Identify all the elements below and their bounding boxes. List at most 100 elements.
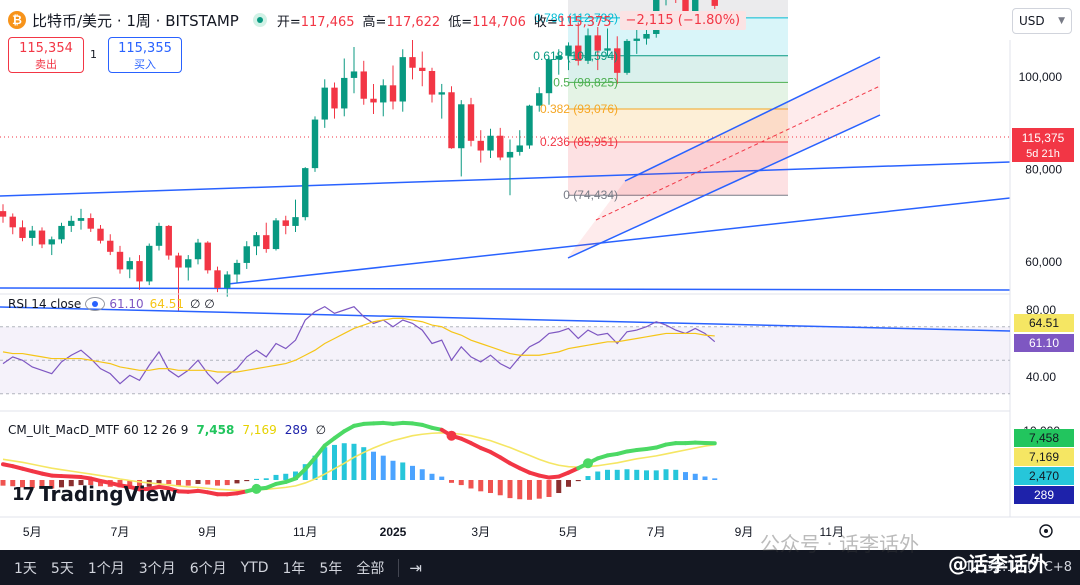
candle-body	[341, 77, 348, 109]
macd-histogram-bar	[614, 469, 620, 480]
time-tick-label: 2025	[380, 525, 407, 539]
currency-select[interactable]: USD ▼	[1012, 8, 1072, 34]
candle-body	[350, 71, 358, 78]
candle-body	[107, 240, 114, 252]
candle-body	[389, 85, 397, 102]
macd-histogram-bar	[371, 451, 376, 480]
macd-histogram-bar	[263, 478, 269, 480]
macd-histogram-bar	[478, 480, 484, 492]
macd-histogram-bar	[712, 478, 718, 480]
candle	[526, 104, 533, 149]
candle-body	[360, 71, 367, 99]
macd-histogram-bar	[507, 480, 513, 499]
watermark-badge: @话李话外	[948, 552, 1048, 576]
candle-body	[253, 235, 260, 247]
candle-body	[204, 242, 211, 271]
tradingview-logo-icon: 17	[12, 483, 35, 505]
candle-body	[370, 98, 377, 103]
candle-body	[302, 168, 309, 218]
candle-body	[126, 261, 133, 270]
fib-level-label: 0.382 (93,076)	[540, 102, 618, 116]
candle-body	[282, 220, 289, 226]
candle-body	[48, 239, 55, 245]
candle	[302, 167, 309, 221]
range-1m[interactable]: 1个月	[88, 558, 125, 578]
candle-body	[331, 87, 338, 109]
candle-body	[438, 92, 445, 95]
range-1d[interactable]: 1天	[14, 558, 37, 578]
candle-body	[311, 119, 319, 169]
macd-histogram-bar	[653, 470, 659, 480]
candle-body	[185, 259, 192, 268]
range-6m[interactable]: 6个月	[190, 558, 227, 578]
candle	[165, 225, 172, 260]
range-3m[interactable]: 3个月	[139, 558, 176, 578]
eye-icon[interactable]	[85, 297, 106, 311]
candle-body	[243, 246, 250, 263]
macd-histogram-bar	[458, 480, 464, 486]
macd-histogram-bar	[429, 473, 435, 480]
range-ytd[interactable]: YTD	[241, 560, 269, 576]
candle	[467, 97, 475, 147]
fib-level-label: 0.236 (85,951)	[540, 135, 618, 149]
candle-body	[175, 255, 182, 268]
rsi-ma-badge: 64.51	[1014, 314, 1074, 332]
macd-badge: 7,169	[1014, 448, 1074, 466]
candle-body	[19, 227, 26, 238]
rsi-legend[interactable]: RSI 14 close 61.10 64.51 ∅ ∅	[8, 297, 215, 311]
time-tick-label: 11月	[293, 525, 317, 539]
ohlc-high: 高=117,622	[362, 14, 441, 30]
candle-body	[487, 135, 494, 151]
macd-histogram-bar	[410, 465, 415, 480]
macd-histogram-bar	[332, 444, 337, 480]
range-5d[interactable]: 5天	[51, 558, 74, 578]
ohlc-low: 低=114,706	[448, 14, 526, 30]
macd-histogram-bar	[595, 471, 601, 480]
sell-button[interactable]: 115,354 卖出	[8, 37, 84, 73]
ohlc-close: 收=115,375	[533, 14, 612, 30]
range-1y[interactable]: 1年	[283, 558, 306, 578]
price-tick-label: 100,000	[1019, 70, 1063, 84]
macd-histogram-bar	[380, 455, 386, 480]
candle-body	[214, 270, 221, 288]
candle-body	[409, 57, 416, 68]
candle-body	[458, 104, 465, 149]
candle-body	[428, 70, 436, 95]
range-5y[interactable]: 5年	[319, 558, 342, 578]
macd-histogram-bar	[527, 480, 532, 500]
macd-cross-marker	[446, 430, 457, 441]
macd-histogram-bar	[634, 469, 640, 480]
market-open-icon	[252, 13, 267, 27]
macd-histogram-bar	[244, 480, 250, 482]
candle-body	[399, 57, 406, 102]
candle-body	[380, 85, 387, 103]
macd-histogram-bar	[439, 476, 445, 480]
symbol-title[interactable]: 比特币/美元 · 1周 · BITSTAMP	[32, 10, 239, 31]
last-price-text: 115,375	[1022, 131, 1065, 145]
macd-legend[interactable]: CM_Ult_MacD_MTF 60 12 26 9 7,458 7,169 2…	[8, 423, 326, 437]
candle-body	[38, 230, 46, 245]
calendar-range-icon[interactable]: ⇥	[409, 559, 422, 577]
rsi-tick-label: 40.00	[1026, 370, 1056, 384]
macd-histogram-bar	[215, 480, 220, 486]
candle	[204, 241, 211, 274]
countdown-text: 5d 21h	[1026, 148, 1060, 160]
buy-button[interactable]: 115,355 买入	[108, 37, 182, 73]
macd-histogram-bar	[575, 480, 581, 482]
candle-body	[155, 225, 163, 246]
candle	[448, 86, 455, 149]
price-tick-label: 60,000	[1025, 255, 1062, 269]
candle-body	[68, 220, 75, 226]
candle-body	[448, 92, 455, 149]
macd-badge-text: 7,169	[1029, 450, 1059, 464]
macd-histogram-bar	[673, 469, 679, 480]
candle-body	[165, 225, 172, 256]
candle	[146, 243, 153, 286]
macd-histogram-bar	[536, 480, 542, 499]
time-tick-label: 7月	[111, 525, 130, 539]
macd-histogram-bar	[644, 470, 649, 480]
candle	[272, 218, 280, 251]
time-tick-label: 3月	[471, 525, 490, 539]
tradingview-logo: 17 TradingView	[12, 482, 178, 506]
range-all[interactable]: 全部	[356, 558, 384, 578]
